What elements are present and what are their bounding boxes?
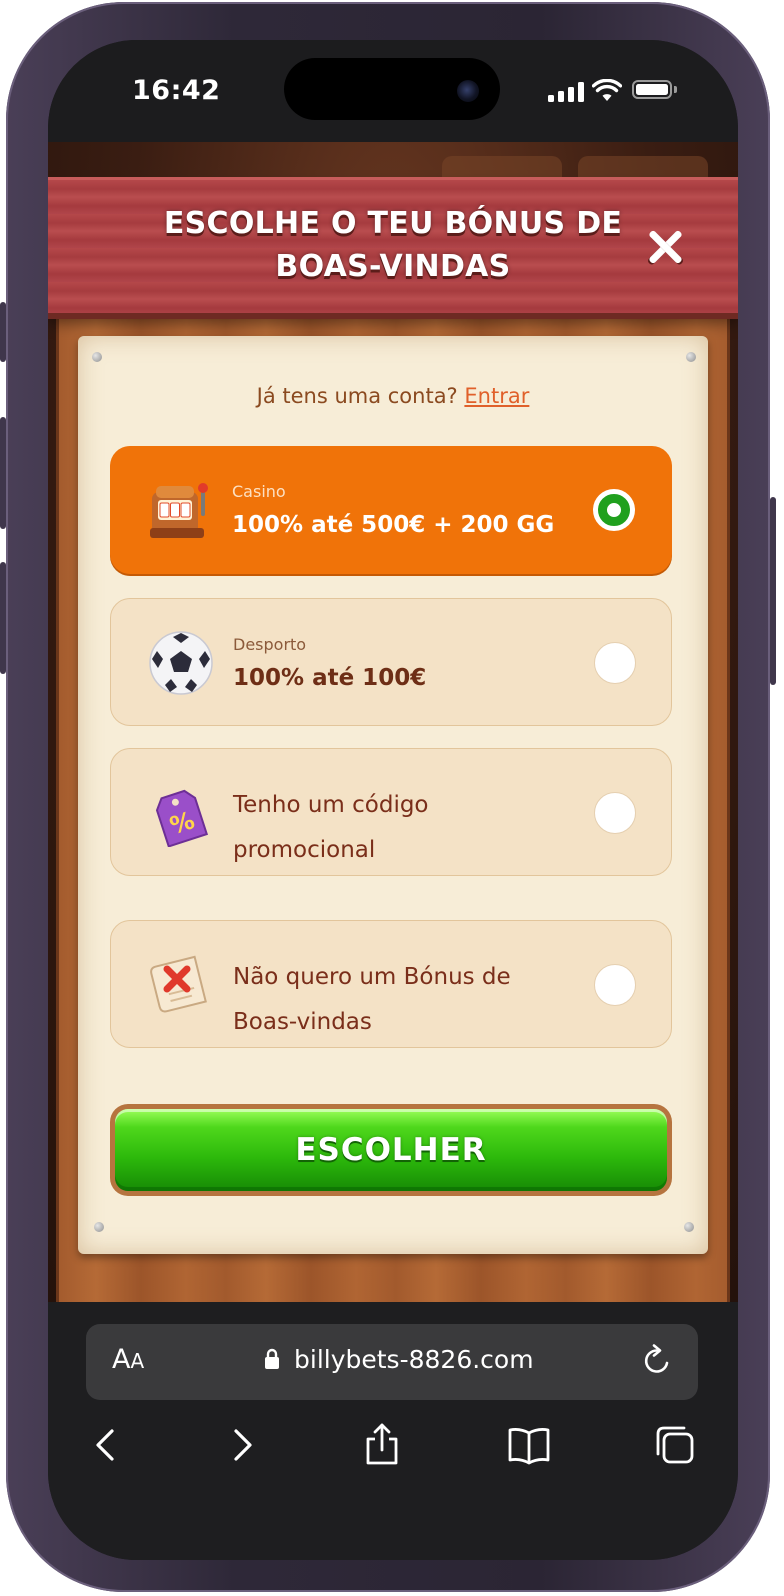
- option-text: Tenho um código promocional: [233, 783, 563, 873]
- bonus-option-sport[interactable]: Desporto 100% até 100€: [110, 598, 672, 726]
- radio-unselected[interactable]: [594, 964, 636, 1006]
- back-icon[interactable]: [84, 1422, 130, 1468]
- choose-button-label: ESCOLHER: [295, 1132, 487, 1168]
- phone-frame: ESCOLHE O TEU BÓNUS DE BOAS-VINDAS Já te…: [0, 2, 776, 1592]
- battery-icon: [632, 80, 672, 99]
- modal-panel: Já tens uma conta? Entrar Casino 100% at…: [78, 336, 708, 1254]
- pin-icon: [684, 1222, 694, 1232]
- soccer-ball-icon: [149, 631, 213, 695]
- option-label: Desporto: [233, 635, 307, 654]
- modal-header: ESCOLHE O TEU BÓNUS DE BOAS-VINDAS: [48, 177, 738, 313]
- close-icon[interactable]: [642, 224, 688, 270]
- choose-button[interactable]: ESCOLHER: [110, 1104, 672, 1196]
- volume-up-button: [0, 417, 6, 529]
- option-text: Não quero um Bónus de Boas-vindas: [233, 955, 563, 1045]
- option-text-line1: Tenho um código: [233, 792, 429, 818]
- slot-machine-icon: [150, 483, 208, 538]
- address-bar[interactable]: AA billybets-8826.com: [86, 1324, 698, 1400]
- login-link[interactable]: Entrar: [464, 384, 529, 408]
- status-bar: 16:42: [48, 40, 738, 142]
- radio-selected[interactable]: [593, 489, 635, 531]
- tabs-icon[interactable]: [652, 1422, 698, 1468]
- pin-icon: [92, 352, 102, 362]
- battery-tip: [674, 86, 677, 93]
- option-value: 100% até 500€ + 200 GG: [232, 512, 555, 538]
- bonus-option-no-bonus[interactable]: Não quero um Bónus de Boas-vindas: [110, 920, 672, 1048]
- pin-icon: [94, 1222, 104, 1232]
- option-value: 100% até 100€: [233, 665, 427, 691]
- url-text[interactable]: billybets-8826.com: [294, 1345, 534, 1374]
- camera-icon: [457, 80, 479, 102]
- pin-icon: [686, 352, 696, 362]
- share-icon[interactable]: [359, 1422, 405, 1468]
- screen: ESCOLHE O TEU BÓNUS DE BOAS-VINDAS Já te…: [48, 40, 738, 1560]
- bookmarks-icon[interactable]: [506, 1422, 552, 1468]
- bonus-option-casino[interactable]: Casino 100% até 500€ + 200 GG: [110, 446, 672, 574]
- bonus-option-promo-code[interactable]: % Tenho um código promocional: [110, 748, 672, 876]
- option-text-line2: promocional: [233, 837, 376, 863]
- modal-title: ESCOLHE O TEU BÓNUS DE BOAS-VINDAS: [163, 206, 623, 284]
- power-button: [770, 497, 776, 685]
- option-label: Casino: [232, 482, 286, 501]
- cellular-signal-icon: [548, 82, 584, 102]
- reload-icon[interactable]: [640, 1344, 674, 1378]
- radio-unselected[interactable]: [594, 642, 636, 684]
- choose-button-face[interactable]: ESCOLHER: [115, 1109, 667, 1191]
- radio-unselected[interactable]: [594, 792, 636, 834]
- volume-down-button: [0, 562, 6, 674]
- login-prompt: Já tens uma conta? Entrar: [78, 384, 708, 408]
- option-text-line1: Não quero um Bónus de: [233, 964, 511, 990]
- text-size-button[interactable]: AA: [112, 1344, 144, 1375]
- status-time: 16:42: [132, 75, 221, 106]
- browser-toolbar: AA billybets-8826.com: [48, 1302, 738, 1560]
- wifi-icon: [592, 79, 622, 101]
- side-button: [0, 302, 6, 362]
- percent-tag-icon: %: [155, 789, 209, 847]
- option-text-line2: Boas-vindas: [233, 1009, 372, 1035]
- no-bonus-scroll-icon: [150, 955, 207, 1013]
- lock-icon: [265, 1348, 279, 1369]
- forward-icon[interactable]: [218, 1422, 264, 1468]
- login-prompt-text: Já tens uma conta?: [256, 384, 458, 408]
